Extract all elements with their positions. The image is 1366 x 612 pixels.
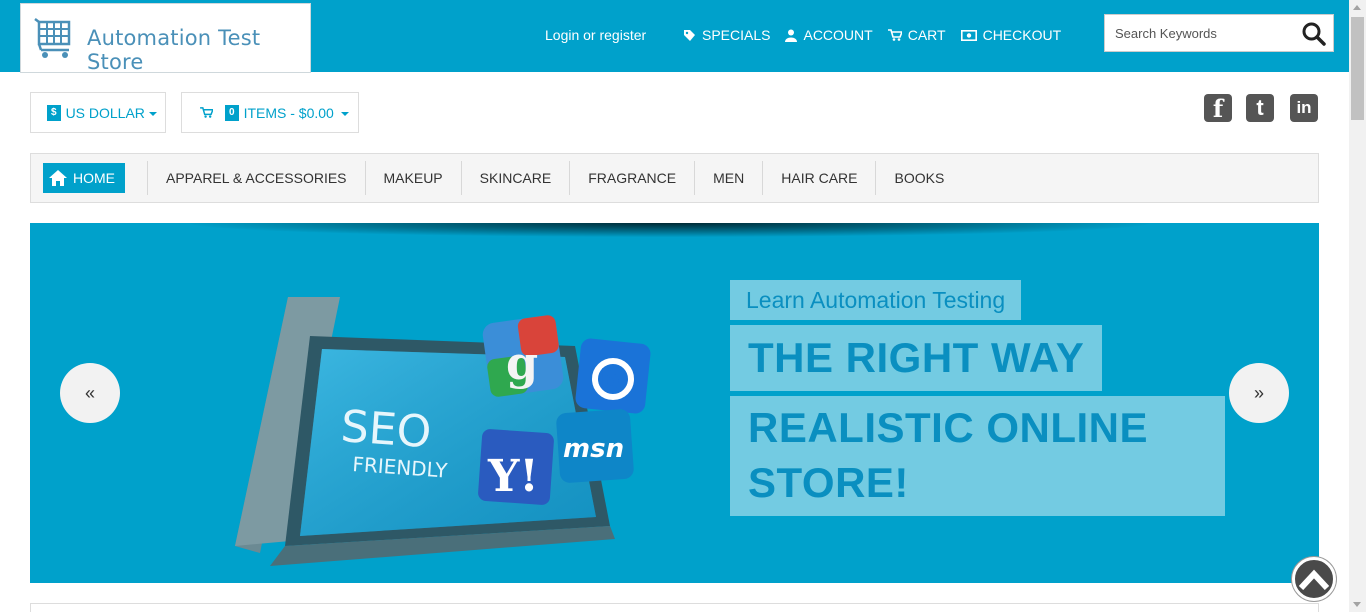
svg-text:msn: msn <box>563 434 624 464</box>
banner-caption-small: Learn Automation Testing <box>730 280 1022 320</box>
nav-cart[interactable]: CART <box>887 27 946 43</box>
category-home-label: HOME <box>73 170 115 186</box>
category-skincare[interactable]: SKINCARE <box>462 170 570 186</box>
linkedin-icon[interactable]: in <box>1290 94 1318 122</box>
yahoo-tile-icon: Y! <box>478 429 554 505</box>
laptop-seo-illustration: SEO FRIENDLY g b Y! msn <box>235 297 651 566</box>
nav-specials-label: SPECIALS <box>702 27 771 43</box>
category-apparel[interactable]: APPAREL & ACCESSORIES <box>148 170 365 186</box>
nav-cart-label: CART <box>907 27 946 43</box>
category-men[interactable]: MEN <box>695 170 762 186</box>
shopping-cart-logo-icon <box>34 18 71 58</box>
banner-caption-line: THE RIGHT WAY <box>730 325 1103 391</box>
category-home[interactable]: HOME <box>43 163 125 193</box>
nav-account-label: ACCOUNT <box>803 27 873 43</box>
chevron-down-icon <box>340 111 349 116</box>
home-icon <box>49 170 67 186</box>
chevron-down-icon <box>148 111 157 116</box>
svg-text:b: b <box>600 363 620 396</box>
currency-dropdown[interactable]: $ US DOLLAR <box>30 92 166 133</box>
cart-icon <box>200 107 213 118</box>
category-makeup[interactable]: MAKEUP <box>366 170 461 186</box>
login-register-link[interactable]: Login or register <box>545 27 646 43</box>
mini-cart-dropdown[interactable]: 0 ITEMS - $0.00 <box>181 92 359 133</box>
search-input[interactable] <box>1105 15 1295 51</box>
nav-account[interactable]: ACCOUNT <box>785 27 873 43</box>
slider-prev-button[interactable]: « <box>60 363 120 423</box>
cart-count-badge: 0 <box>225 104 239 121</box>
scroll-up-arrow-icon[interactable] <box>1353 5 1361 10</box>
currency-symbol-badge: $ <box>47 104 61 121</box>
search-icon[interactable] <box>1301 21 1327 47</box>
hero-banner: SEO FRIENDLY g b Y! msn « » Learn Automa… <box>30 223 1319 583</box>
cart-total-label: ITEMS - $0.00 <box>243 104 334 121</box>
tag-icon <box>684 29 695 41</box>
banner-caption-big: REALISTIC ONLINE STORE! <box>730 396 1225 516</box>
logo-text: Automation Test Store <box>87 26 261 74</box>
category-fragrance[interactable]: FRAGRANCE <box>570 170 694 186</box>
cart-icon <box>887 29 902 41</box>
google-tile-icon: g <box>482 315 564 397</box>
category-hair-care[interactable]: HAIR CARE <box>763 170 875 186</box>
seo-screen-text: SEO <box>339 401 433 458</box>
content-panel-top <box>30 603 1319 612</box>
twitter-icon[interactable]: t <box>1246 94 1274 122</box>
scroll-down-arrow-icon[interactable] <box>1353 602 1361 607</box>
top-header-bar: Automation Test Store Login or register … <box>0 0 1349 74</box>
currency-label: US DOLLAR <box>65 104 145 121</box>
slider-next-button[interactable]: » <box>1229 363 1289 423</box>
top-nav: SPECIALS ACCOUNT CART CHECKOUT <box>683 27 1076 43</box>
msn-tile-icon: msn <box>556 409 634 483</box>
nav-checkout[interactable]: CHECKOUT <box>960 27 1062 43</box>
page-scrollbar[interactable] <box>1349 0 1366 612</box>
back-to-top-button[interactable] <box>1292 557 1336 601</box>
category-nav: HOME APPAREL & ACCESSORIES MAKEUP SKINCA… <box>30 153 1319 203</box>
money-icon <box>960 29 977 41</box>
nav-specials[interactable]: SPECIALS <box>683 27 770 43</box>
store-logo[interactable]: Automation Test Store <box>20 3 311 74</box>
user-icon <box>785 29 798 42</box>
banner-top-shadow <box>190 223 1150 237</box>
bing-tile-icon: b <box>575 338 651 414</box>
chevron-up-icon <box>1299 569 1329 590</box>
facebook-icon[interactable]: f <box>1204 94 1232 123</box>
svg-text:g: g <box>506 336 538 390</box>
search-box <box>1104 14 1334 52</box>
svg-text:Y!: Y! <box>487 451 539 502</box>
nav-checkout-label: CHECKOUT <box>982 27 1062 43</box>
scroll-thumb[interactable] <box>1351 17 1364 120</box>
category-books[interactable]: BOOKS <box>876 170 962 186</box>
